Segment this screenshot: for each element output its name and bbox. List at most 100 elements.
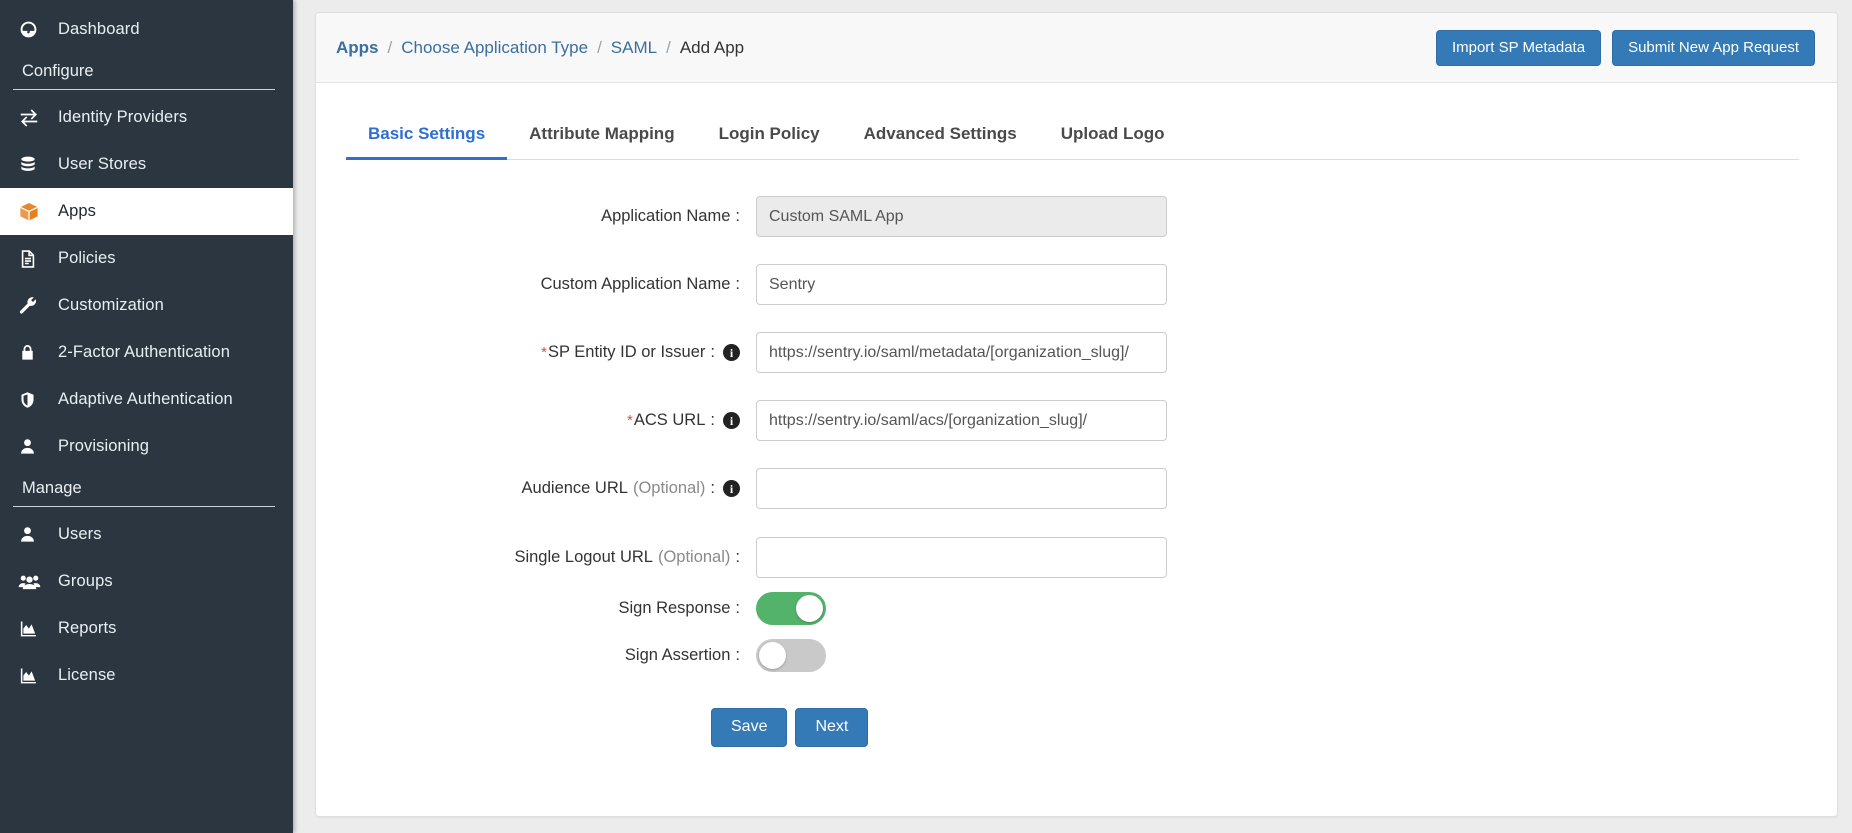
custom-application-name-input[interactable] <box>756 264 1167 305</box>
chart-area-icon <box>18 619 52 638</box>
lock-icon <box>18 343 52 362</box>
label-text: Application Name <box>601 207 731 225</box>
label-text: Sign Response <box>618 599 731 617</box>
sidebar-item-policies[interactable]: Policies <box>0 235 293 282</box>
database-icon <box>18 155 52 175</box>
sidebar-item-users[interactable]: Users <box>0 511 293 558</box>
panel-header: Apps / Choose Application Type / SAML / … <box>316 13 1837 83</box>
form-row-acs-url: * ACS URL : i <box>316 400 1837 441</box>
app-root: Dashboard Configure Identity Providers U… <box>0 0 1852 833</box>
basic-settings-form: Application Name : Custom Application Na… <box>316 160 1837 816</box>
shield-icon <box>18 390 52 410</box>
label-text: Audience URL <box>521 479 628 497</box>
user-icon <box>18 437 52 456</box>
sidebar-item-dashboard[interactable]: Dashboard <box>0 6 293 53</box>
box-icon <box>18 201 52 223</box>
label-sign-response: Sign Response : <box>316 599 756 618</box>
sidebar: Dashboard Configure Identity Providers U… <box>0 0 293 833</box>
sidebar-item-label: Apps <box>58 202 97 220</box>
save-button[interactable]: Save <box>711 708 788 747</box>
sp-entity-id-input[interactable] <box>756 332 1167 373</box>
sidebar-item-label: Provisioning <box>58 437 150 455</box>
audience-url-input[interactable] <box>756 468 1167 509</box>
label-colon: : <box>710 479 715 497</box>
application-name-input[interactable] <box>756 196 1167 237</box>
breadcrumb-separator: / <box>597 37 602 57</box>
users-group-icon <box>18 572 52 592</box>
breadcrumb-item-apps[interactable]: Apps <box>336 38 379 58</box>
sidebar-section-manage: Manage <box>22 479 82 497</box>
tab-upload-logo[interactable]: Upload Logo <box>1039 113 1187 160</box>
sidebar-divider <box>13 89 275 90</box>
label-custom-application-name: Custom Application Name : <box>316 275 756 294</box>
breadcrumb-separator: / <box>666 37 671 57</box>
label-application-name: Application Name : <box>316 207 756 226</box>
chart-area-icon <box>18 666 52 685</box>
sidebar-item-label: Reports <box>58 619 117 637</box>
label-text: Single Logout URL <box>514 548 653 566</box>
info-icon[interactable]: i <box>723 344 740 361</box>
sidebar-item-label: Customization <box>58 296 164 314</box>
label-colon: : <box>735 207 740 225</box>
breadcrumb: Apps / Choose Application Type / SAML / … <box>336 38 744 58</box>
label-acs-url: * ACS URL : i <box>316 411 756 430</box>
sidebar-item-license[interactable]: License <box>0 652 293 699</box>
sign-assertion-toggle[interactable] <box>756 639 826 672</box>
acs-url-input[interactable] <box>756 400 1167 441</box>
sidebar-divider <box>13 506 275 507</box>
dashboard-gauge-icon <box>18 19 52 40</box>
sidebar-item-label: User Stores <box>58 155 147 173</box>
sign-response-toggle[interactable] <box>756 592 826 625</box>
content-panel: Apps / Choose Application Type / SAML / … <box>315 12 1838 817</box>
header-actions: Import SP Metadata Submit New App Reques… <box>1435 29 1815 66</box>
tab-bar: Basic Settings Attribute Mapping Login P… <box>346 113 1799 160</box>
label-colon: : <box>710 411 715 429</box>
sidebar-item-label: 2-Factor Authentication <box>58 343 230 361</box>
label-colon: : <box>735 599 740 617</box>
label-text: ACS URL <box>633 411 706 429</box>
sidebar-item-identity-providers[interactable]: Identity Providers <box>0 94 293 141</box>
next-button[interactable]: Next <box>795 708 869 747</box>
sidebar-item-apps[interactable]: Apps <box>0 188 293 235</box>
sidebar-section-configure: Configure <box>22 62 94 80</box>
form-row-sign-assertion: Sign Assertion : <box>316 639 1837 672</box>
sidebar-item-user-stores[interactable]: User Stores <box>0 141 293 188</box>
sidebar-item-reports[interactable]: Reports <box>0 605 293 652</box>
sidebar-item-adaptive-authentication[interactable]: Adaptive Authentication <box>0 376 293 423</box>
label-colon: : <box>710 343 715 361</box>
submit-new-app-request-button[interactable]: Submit New App Request <box>1612 29 1815 66</box>
wrench-icon <box>18 295 52 316</box>
sidebar-item-customization[interactable]: Customization <box>0 282 293 329</box>
document-icon <box>18 249 52 269</box>
required-marker: * <box>627 412 633 429</box>
form-actions: Save Next <box>711 708 1837 747</box>
tab-attribute-mapping[interactable]: Attribute Mapping <box>507 113 696 160</box>
single-logout-url-input[interactable] <box>756 537 1167 578</box>
form-row-application-name: Application Name : <box>316 196 1837 237</box>
required-marker: * <box>541 344 547 361</box>
sidebar-item-groups[interactable]: Groups <box>0 558 293 605</box>
info-icon[interactable]: i <box>723 412 740 429</box>
sidebar-item-provisioning[interactable]: Provisioning <box>0 423 293 470</box>
sidebar-item-label: Dashboard <box>58 20 140 38</box>
tab-basic-settings[interactable]: Basic Settings <box>346 113 508 160</box>
info-icon[interactable]: i <box>723 480 740 497</box>
optional-marker: (Optional) <box>657 548 731 566</box>
tab-advanced-settings[interactable]: Advanced Settings <box>842 113 1039 160</box>
exchange-arrows-icon <box>18 107 52 129</box>
import-sp-metadata-button[interactable]: Import SP Metadata <box>1435 29 1602 66</box>
breadcrumb-item-saml[interactable]: SAML <box>611 38 657 58</box>
sidebar-item-label: License <box>58 666 116 684</box>
tab-login-policy[interactable]: Login Policy <box>697 113 842 160</box>
form-row-single-logout-url: Single Logout URL (Optional) : <box>316 537 1837 578</box>
form-row-audience-url: Audience URL (Optional) : i <box>316 468 1837 509</box>
label-sp-entity-id: * SP Entity ID or Issuer : i <box>316 343 756 362</box>
sidebar-item-2-factor-authentication[interactable]: 2-Factor Authentication <box>0 329 293 376</box>
form-row-sp-entity-id: * SP Entity ID or Issuer : i <box>316 332 1837 373</box>
label-colon: : <box>735 275 740 293</box>
breadcrumb-item-choose-application-type[interactable]: Choose Application Type <box>401 38 588 58</box>
label-audience-url: Audience URL (Optional) : i <box>316 479 756 498</box>
toggle-knob <box>759 642 786 669</box>
breadcrumb-item-add-app: Add App <box>679 37 745 57</box>
label-colon: : <box>735 548 740 566</box>
